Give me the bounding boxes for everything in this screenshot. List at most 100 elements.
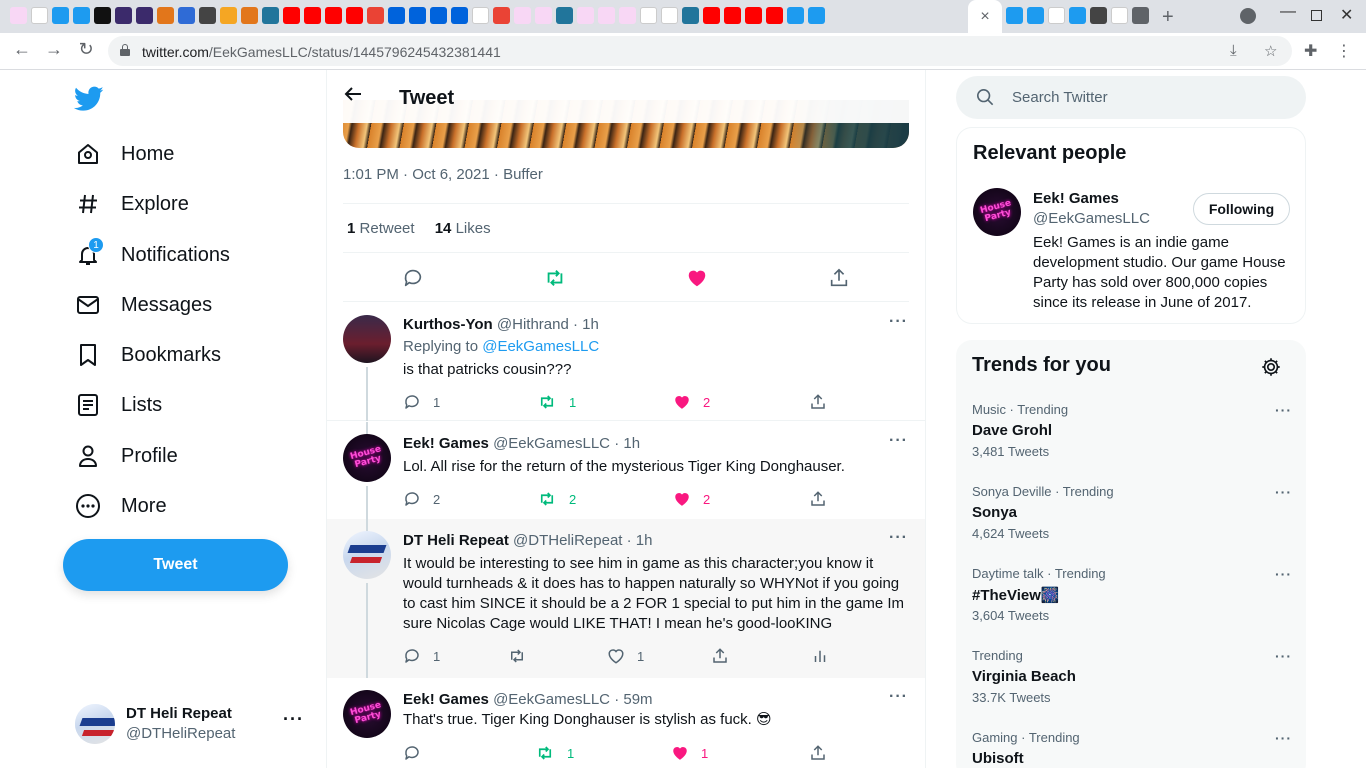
heart-favicon[interactable] xyxy=(598,7,615,24)
google-favicon[interactable] xyxy=(661,7,678,24)
circle-favicon[interactable] xyxy=(178,7,195,24)
likes-stat[interactable]: 14 Likes xyxy=(435,220,491,237)
wordpress-favicon[interactable] xyxy=(556,7,573,24)
flickr-favicon[interactable] xyxy=(451,7,468,24)
gear-icon[interactable] xyxy=(1260,356,1282,378)
more-horizontal-icon[interactable]: ··· xyxy=(889,313,908,331)
avatar[interactable] xyxy=(343,531,391,579)
twitter-favicon[interactable] xyxy=(52,7,69,24)
account-switcher[interactable]: DT Heli Repeat @DTHeliRepeat ··· xyxy=(75,703,315,744)
like-button[interactable]: 2 xyxy=(673,489,710,509)
eth-favicon[interactable] xyxy=(115,7,132,24)
address-bar[interactable]: twitter.com/EekGamesLLC/status/144579624… xyxy=(108,36,1292,66)
coin-favicon[interactable] xyxy=(94,7,111,24)
reply-handle[interactable]: @EekGamesLLC xyxy=(493,435,610,452)
youtube-favicon[interactable] xyxy=(724,7,741,24)
avatar[interactable]: House Party xyxy=(343,690,391,738)
maximize-icon[interactable] xyxy=(1311,10,1322,21)
minimize-icon[interactable]: — xyxy=(1280,3,1296,21)
reply-author-name[interactable]: Eek! Games xyxy=(403,691,489,708)
sidebar-item-messages[interactable]: Messages xyxy=(74,290,212,320)
extensions-icon[interactable]: ✚ xyxy=(1304,41,1317,61)
sidebar-item-explore[interactable]: Explore xyxy=(74,189,189,219)
avatar[interactable]: House Party xyxy=(973,188,1021,236)
share-button[interactable] xyxy=(711,646,729,666)
reply-handle[interactable]: @Hithrand xyxy=(497,316,569,333)
following-button[interactable]: Following xyxy=(1193,193,1290,225)
like-button[interactable]: 2 xyxy=(673,392,710,412)
youtube-favicon[interactable] xyxy=(283,7,300,24)
reply-icon[interactable] xyxy=(401,266,425,290)
more-horizontal-icon[interactable]: ··· xyxy=(1275,484,1292,500)
search-box[interactable] xyxy=(956,76,1306,119)
search-input[interactable] xyxy=(1012,76,1292,119)
new-tab-button[interactable]: + xyxy=(1162,6,1174,29)
fox-favicon[interactable] xyxy=(241,7,258,24)
like-icon[interactable] xyxy=(685,266,709,290)
more-horizontal-icon[interactable]: ··· xyxy=(889,432,908,450)
twitter-favicon[interactable] xyxy=(1027,7,1044,24)
sidebar-item-more[interactable]: More xyxy=(74,491,167,521)
twitter-favicon[interactable] xyxy=(808,7,825,24)
trend-item[interactable]: Trending Virginia Beach 33.7K Tweets ··· xyxy=(972,648,1292,718)
reply-time[interactable]: · 59m xyxy=(614,691,652,708)
reload-icon[interactable]: ↻ xyxy=(74,39,98,60)
reply-button[interactable]: 1 xyxy=(403,392,440,412)
bookmark-star-icon[interactable]: ☆ xyxy=(1264,42,1277,60)
browser-menu-icon[interactable]: ⋮ xyxy=(1336,41,1352,61)
reply-author-name[interactable]: Eek! Games xyxy=(403,435,489,452)
more-horizontal-icon[interactable]: ··· xyxy=(889,688,908,706)
reply-handle[interactable]: @DTHeliRepeat xyxy=(513,532,622,549)
replying-to-link[interactable]: @EekGamesLLC xyxy=(482,338,599,355)
search-favicon[interactable] xyxy=(199,7,216,24)
gmail-favicon[interactable] xyxy=(367,7,384,24)
twitter-favicon[interactable] xyxy=(1006,7,1023,24)
flickr-favicon[interactable] xyxy=(388,7,405,24)
window-close-icon[interactable]: ✕ xyxy=(1340,5,1353,25)
twitter-favicon[interactable] xyxy=(1069,7,1086,24)
youtube-favicon[interactable] xyxy=(325,7,342,24)
avatar[interactable] xyxy=(343,315,391,363)
retweet-stat[interactable]: 1 Retweet xyxy=(347,220,415,237)
reply-author-name[interactable]: DT Heli Repeat xyxy=(403,532,509,549)
reply-author-name[interactable]: Kurthos-Yon xyxy=(403,316,493,333)
twitter-favicon[interactable] xyxy=(73,7,90,24)
tweet-button[interactable]: Tweet xyxy=(63,539,288,591)
share-button[interactable] xyxy=(809,743,827,763)
more-horizontal-icon[interactable]: ··· xyxy=(889,529,908,547)
retweet-button[interactable]: 1 xyxy=(537,392,576,412)
sidebar-item-lists[interactable]: Lists xyxy=(74,390,162,420)
youtube-favicon[interactable] xyxy=(766,7,783,24)
google-favicon[interactable] xyxy=(1048,7,1065,24)
reply-button[interactable] xyxy=(403,743,421,763)
retweet-button[interactable] xyxy=(507,646,527,666)
google-favicon[interactable] xyxy=(31,7,48,24)
heart-favicon[interactable] xyxy=(577,7,594,24)
youtube-favicon[interactable] xyxy=(703,7,720,24)
like-button[interactable]: 1 xyxy=(607,646,644,666)
retweet-button[interactable]: 2 xyxy=(537,489,576,509)
reply-tweet[interactable]: House Party Eek! Games @EekGamesLLC · 59… xyxy=(327,678,925,768)
twitter-logo-icon[interactable] xyxy=(74,86,104,112)
youtube-favicon[interactable] xyxy=(304,7,321,24)
analytics-button[interactable] xyxy=(811,646,829,666)
tweet-meta[interactable]: 1:01 PM · Oct 6, 2021 · Buffer xyxy=(343,166,543,183)
avatar[interactable]: House Party xyxy=(343,434,391,482)
tab-search-icon[interactable] xyxy=(1240,8,1256,24)
forward-icon[interactable]: → xyxy=(42,39,66,60)
youtube-favicon[interactable] xyxy=(346,7,363,24)
rainbow-favicon[interactable] xyxy=(220,7,237,24)
sidebar-item-bookmarks[interactable]: Bookmarks xyxy=(74,340,221,370)
fox-favicon[interactable] xyxy=(157,7,174,24)
more-horizontal-icon[interactable]: ··· xyxy=(283,709,304,730)
sidebar-item-profile[interactable]: Profile xyxy=(74,441,178,471)
reply-time[interactable]: · 1h xyxy=(614,435,640,452)
flickr-favicon[interactable] xyxy=(409,7,426,24)
reply-tweet[interactable]: DT Heli Repeat @DTHeliRepeat · 1h ··· It… xyxy=(327,519,925,678)
sidebar-item-notifications[interactable]: 1 Notifications xyxy=(74,237,230,270)
github-favicon[interactable] xyxy=(1090,7,1107,24)
heart-favicon[interactable] xyxy=(535,7,552,24)
reply-handle[interactable]: @EekGamesLLC xyxy=(493,691,610,708)
youtube-favicon[interactable] xyxy=(745,7,762,24)
active-tab[interactable]: × xyxy=(968,0,1002,33)
